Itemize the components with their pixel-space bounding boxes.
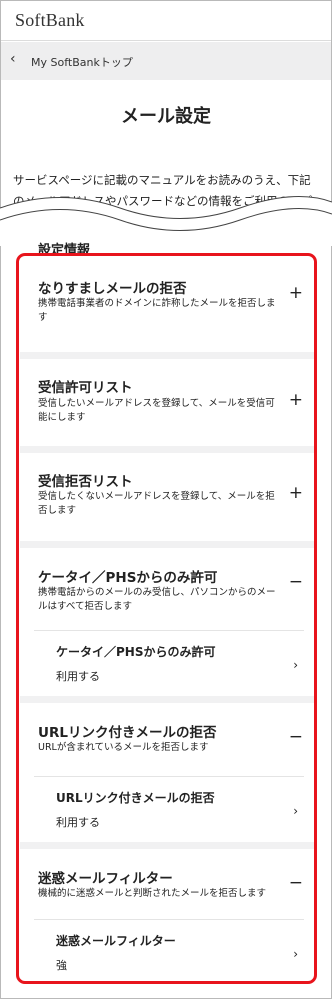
highlight-border — [16, 253, 317, 984]
chevron-left-icon[interactable]: ‹ — [10, 51, 16, 67]
top-bar: SoftBank — [1, 1, 331, 41]
breadcrumb-link[interactable]: My SoftBankトップ — [31, 54, 133, 70]
page-title: メール設定 — [121, 106, 211, 127]
torn-edge-divider — [0, 196, 332, 246]
softbank-logo[interactable]: SoftBank — [15, 10, 85, 31]
breadcrumb[interactable]: ‹ My SoftBankトップ — [1, 42, 331, 80]
